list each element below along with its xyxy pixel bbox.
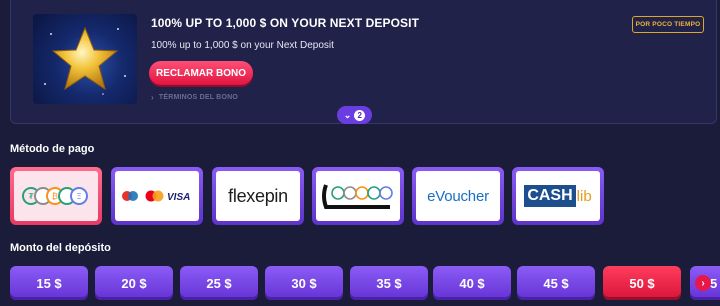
evoucher-logo: eVoucher [416, 171, 500, 221]
bonus-terms-link[interactable]: › TÉRMINOS DEL BONO [151, 93, 238, 102]
limited-time-badge: POR POCO TIEMPO [632, 16, 704, 33]
svg-text:Ξ: Ξ [76, 192, 81, 201]
crypto-coins-icon: ₮ ₿ Ξ [22, 187, 88, 205]
gold-star-icon [44, 26, 126, 95]
payment-method-evoucher[interactable]: eVoucher [412, 167, 504, 225]
more-bonuses-count: 2 [354, 109, 366, 121]
payment-method-title: Método de pago [10, 143, 95, 155]
chevron-right-icon: › [151, 93, 154, 102]
cashlib-lib-part: lib [576, 187, 592, 205]
crypto-coins-logo: ₮ ₿ Ξ [14, 171, 98, 221]
payment-method-cashlib[interactable]: CASH lib [512, 167, 604, 225]
amount-option-30[interactable]: 30 $ [265, 266, 343, 300]
cashlib-cash-part: CASH [524, 185, 576, 207]
amount-option-20[interactable]: 20 $ [95, 266, 173, 300]
amount-option-40[interactable]: 40 $ [433, 266, 511, 300]
evoucher-label: eVoucher [427, 187, 489, 205]
bonus-title: 100% UP TO 1,000 $ ON YOUR NEXT DEPOSIT [151, 16, 419, 30]
cashlib-logo: CASH lib [516, 171, 600, 221]
amount-option-50[interactable]: 50 $ [603, 266, 681, 300]
amount-option-15[interactable]: 15 $ [10, 266, 88, 300]
payment-method-flexepin[interactable]: flexepin [212, 167, 304, 225]
payment-method-cards[interactable]: VISA [111, 167, 203, 225]
flexepin-logo: flexepin [216, 171, 300, 221]
card-brands-logo: VISA [115, 171, 199, 221]
svg-text:₮: ₮ [28, 192, 34, 201]
amount-option-45[interactable]: 45 $ [517, 266, 595, 300]
svg-text:₿: ₿ [52, 192, 58, 201]
bonus-image [33, 14, 137, 104]
more-bonuses-toggle[interactable]: ⌄ 2 [337, 106, 372, 124]
bonus-terms-label: TÉRMINOS DEL BONO [158, 94, 238, 101]
deposit-amount-title: Monto del depósito [10, 242, 111, 254]
payment-method-crypto-alt[interactable] [312, 167, 404, 225]
payment-method-crypto[interactable]: ₮ ₿ Ξ [10, 167, 102, 225]
bonus-subtitle: 100% up to 1,000 $ on your Next Deposit [151, 40, 334, 51]
svg-text:VISA: VISA [167, 192, 190, 203]
card-brands-icon: VISA [122, 190, 190, 203]
chevron-down-icon: ⌄ [343, 109, 352, 120]
flexepin-label: flexepin [228, 185, 288, 206]
crypto-coins-alt-icon [322, 184, 393, 209]
amount-option-35[interactable]: 35 $ [350, 266, 428, 300]
crypto-coins-logo-alt [316, 171, 400, 221]
amount-option-25[interactable]: 25 $ [180, 266, 258, 300]
chevron-right-icon[interactable]: › [695, 275, 711, 291]
claim-bonus-button[interactable]: RECLAMAR BONO [149, 61, 253, 85]
